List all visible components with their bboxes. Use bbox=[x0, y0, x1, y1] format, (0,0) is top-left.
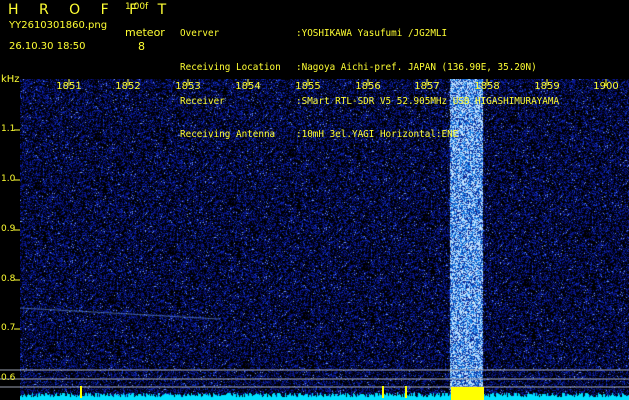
version-label: 1.00f bbox=[125, 2, 149, 12]
x-tick-label: 1857 bbox=[414, 81, 440, 92]
station-key: Overver bbox=[180, 28, 220, 40]
station-row: Receiver :SMart RTL-SDR V5 52.905MHz USB … bbox=[180, 96, 559, 107]
x-tick-label: 1853 bbox=[175, 81, 201, 92]
meteor-label: meteor bbox=[125, 26, 165, 39]
station-value: :10mH 3el.YAGI Horizontal:ENE bbox=[296, 129, 459, 141]
app-title: H R O F F T bbox=[8, 2, 175, 18]
y-tick-label: 0.8 bbox=[1, 274, 16, 284]
y-axis-unit: kHz bbox=[1, 74, 20, 85]
x-tick-label: 1855 bbox=[295, 81, 321, 92]
y-tick-label: 0.6 bbox=[1, 373, 16, 383]
x-tick-label: 1858 bbox=[474, 81, 500, 92]
station-key: Receiving Antenna bbox=[180, 129, 276, 141]
y-tick-label: 0.9 bbox=[1, 224, 16, 234]
x-tick-label: 1900 bbox=[593, 81, 619, 92]
y-tick-label: 1.0 bbox=[1, 174, 16, 184]
station-row: Receiving Antenna :10mH 3el.YAGI Horizont… bbox=[180, 129, 559, 140]
x-tick-label: 1851 bbox=[56, 81, 82, 92]
station-row: Receiving Location :Nagoya Aichi-pref. JA… bbox=[180, 62, 559, 73]
filename-label: YY2610301860.png bbox=[9, 20, 108, 31]
x-tick-label: 1854 bbox=[235, 81, 261, 92]
station-value: :SMart RTL-SDR V5 52.905MHz USB HIGASHIM… bbox=[296, 95, 560, 107]
station-value: :YOSHIKAWA Yasufumi /JG2MLI bbox=[296, 28, 448, 40]
station-row: Overver :YOSHIKAWA Yasufumi /JG2MLI bbox=[180, 28, 559, 39]
x-tick-label: 1852 bbox=[115, 81, 141, 92]
station-value: :Nagoya Aichi-pref. JAPAN (136.90E, 35.2… bbox=[296, 62, 537, 74]
timestamp-label: 26.10.30 18:50 bbox=[9, 41, 86, 52]
station-key: Receiving Location bbox=[180, 62, 281, 74]
x-tick-label: 1856 bbox=[355, 81, 381, 92]
x-tick-label: 1859 bbox=[534, 81, 560, 92]
y-tick-label: 1.1 bbox=[1, 124, 16, 134]
y-tick-label: 0.7 bbox=[1, 323, 16, 333]
station-key: Receiver bbox=[180, 95, 225, 107]
hrofft-display: H R O F F T 1.00f YY2610301860.png meteo… bbox=[0, 0, 629, 400]
meteor-count: 8 bbox=[138, 40, 145, 53]
